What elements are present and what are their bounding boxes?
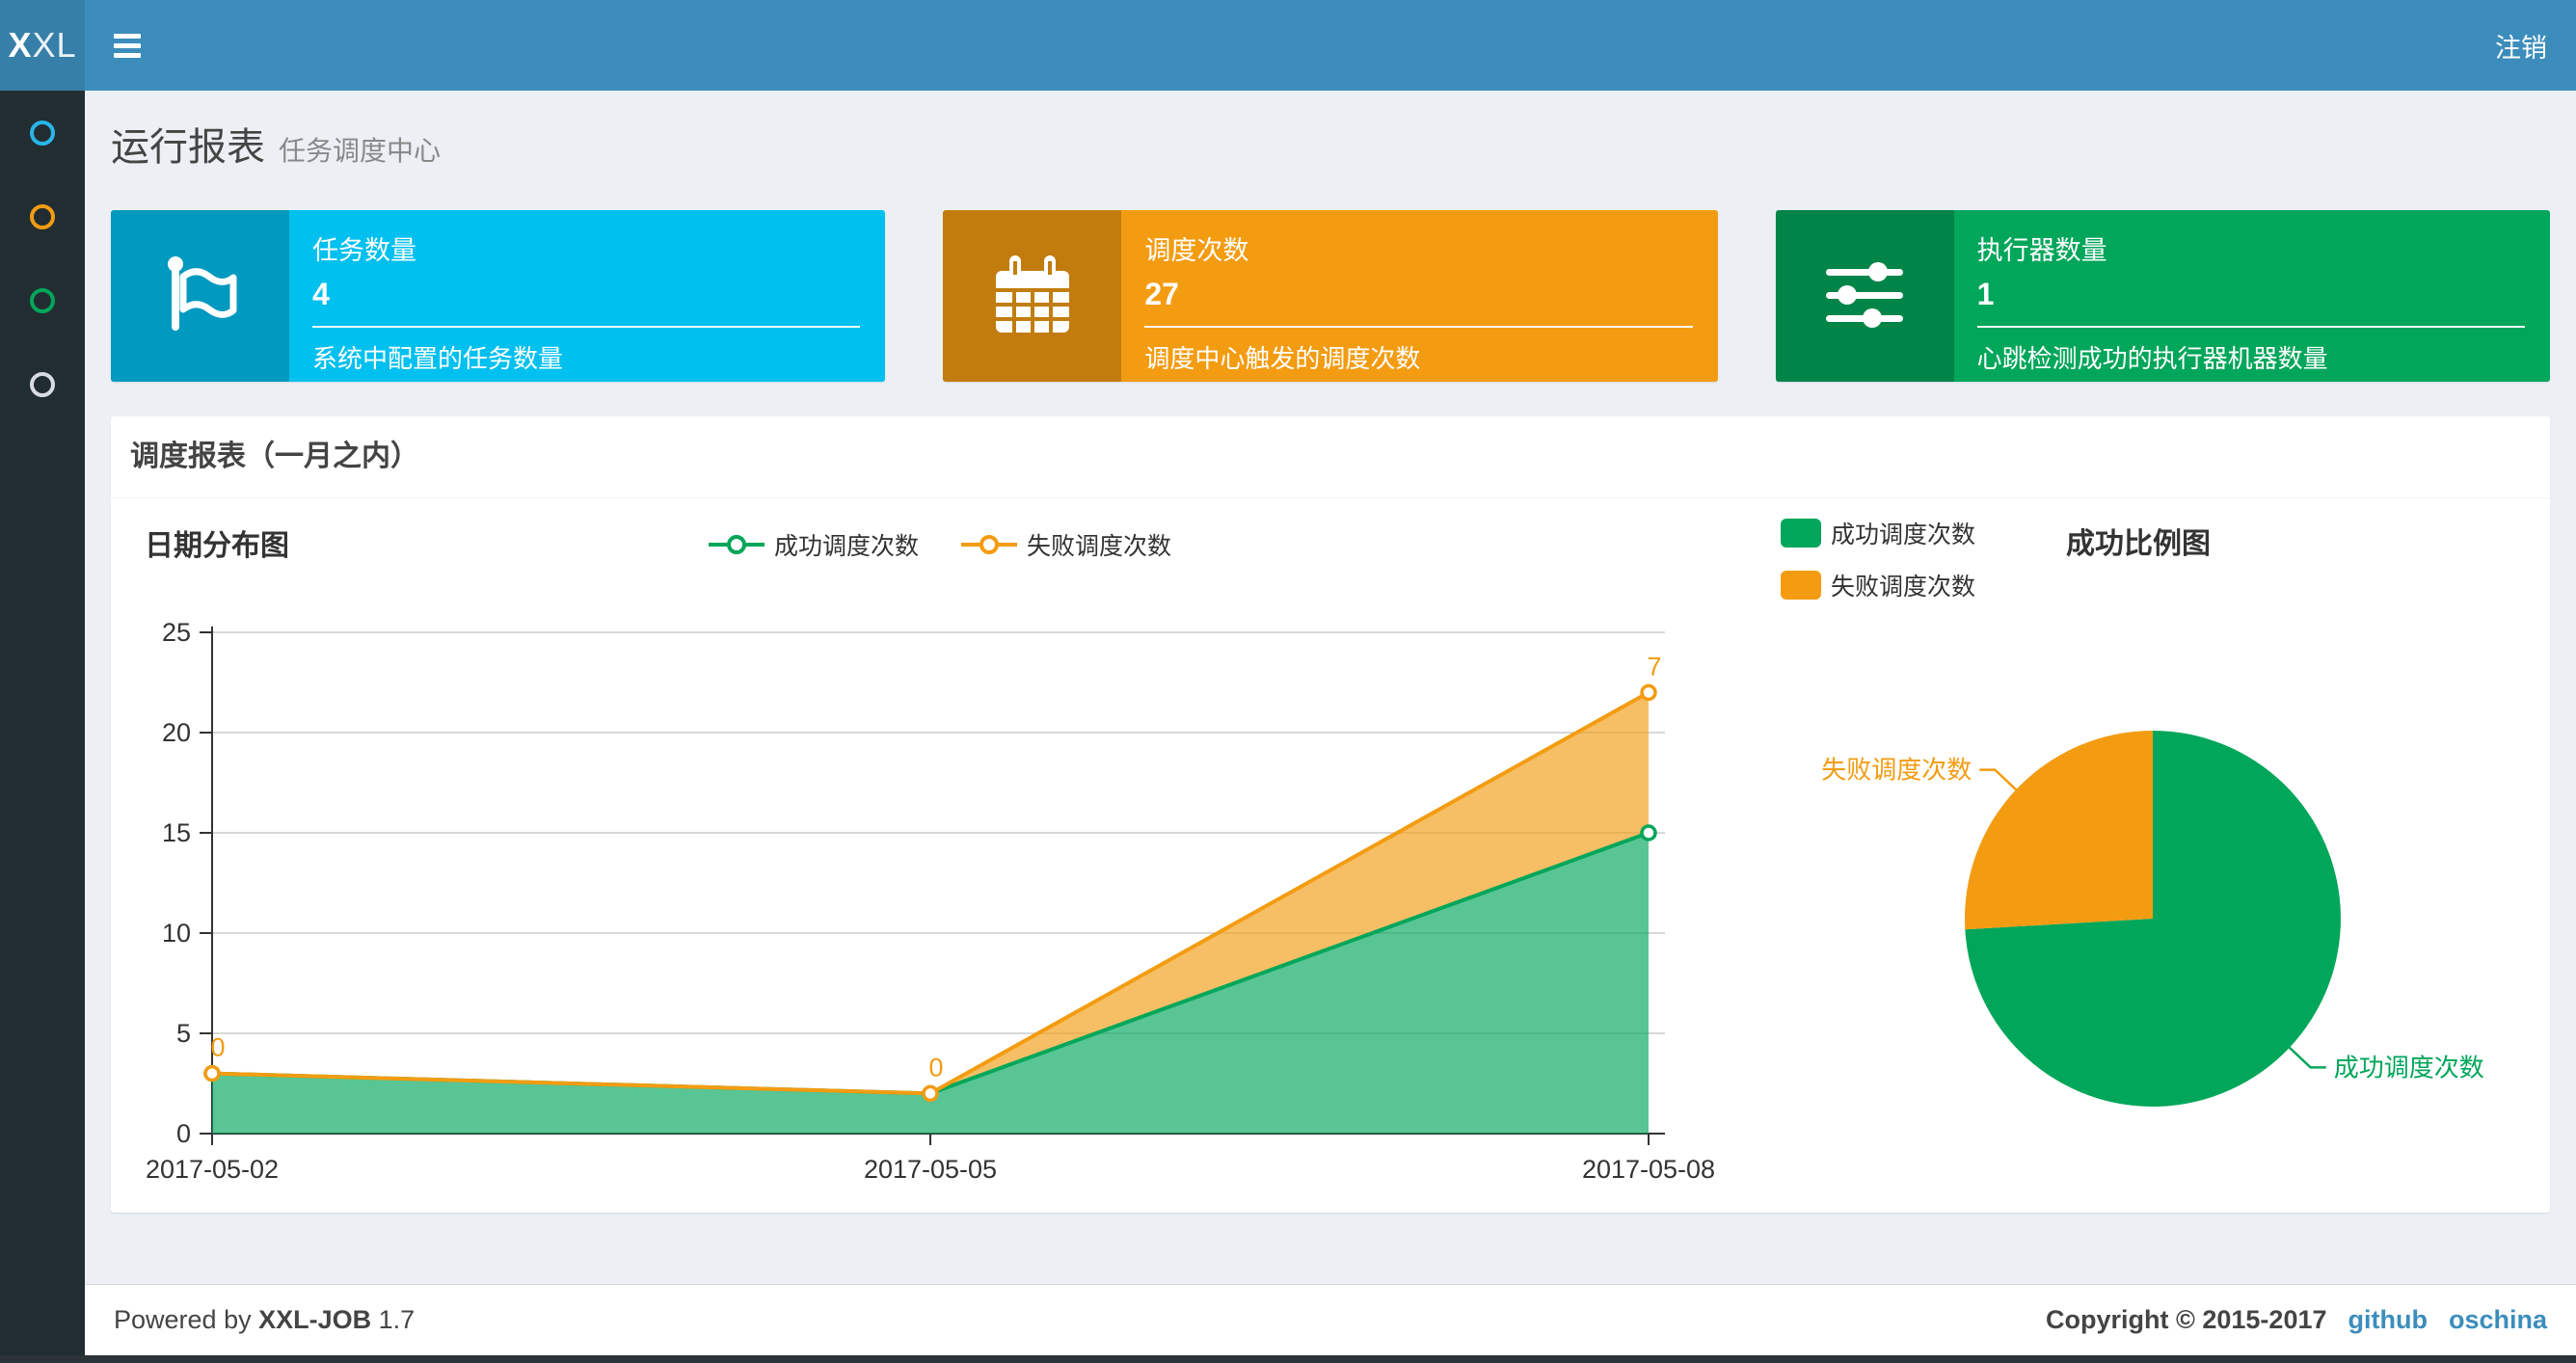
main-content: 运行报表 任务调度中心 任务数量 4 系统中配置的任务数量 调度次数 27 调度… — [85, 91, 2576, 1213]
svg-text:0: 0 — [210, 1033, 225, 1062]
stat-card-executors: 执行器数量 1 心跳检测成功的执行器机器数量 — [1775, 210, 2550, 382]
logout-link[interactable]: 注销 — [2495, 27, 2547, 65]
legend-label: 失败调度次数 — [1027, 533, 1172, 560]
date-distribution-chart[interactable]: 05101520252017-05-02 2017-05-05 2017-05-08… — [111, 590, 1750, 1212]
stat-description: 调度中心触发的调度次数 — [1144, 344, 1421, 373]
sidebar-item-job-manage[interactable] — [0, 174, 85, 258]
divider — [1976, 326, 2525, 328]
copyright-text: Copyright © 2015-2017 — [2045, 1305, 2327, 1334]
line-legend-marker — [709, 535, 765, 554]
stat-cards-row: 任务数量 4 系统中配置的任务数量 调度次数 27 调度中心触发的调度次数 执行… — [111, 210, 2550, 382]
svg-text:2017-05-05: 2017-05-05 — [864, 1155, 997, 1184]
pie-chart-title: 成功比例图 — [2066, 528, 2211, 560]
svg-text:0: 0 — [928, 1053, 943, 1082]
sidebar-item-run-report[interactable] — [0, 91, 85, 174]
sidebar-toggle-icon[interactable] — [114, 29, 143, 63]
stat-label: 调度次数 — [1144, 236, 1249, 265]
legend-label: 成功调度次数 — [774, 533, 920, 560]
stat-card-triggers: 调度次数 27 调度中心触发的调度次数 — [943, 210, 1718, 382]
powered-by: Powered by XXL-JOB 1.7 — [114, 1305, 415, 1335]
stat-value: 27 — [1144, 277, 1179, 311]
legend-swatch — [1781, 571, 1821, 600]
sidebar — [0, 91, 85, 1363]
legend-item-fail[interactable]: 失败调度次数 — [961, 527, 1171, 562]
schedule-report-panel: 调度报表（一月之内） 日期分布图 成功调度次数 失败调度次数 成功调度次数 失败… — [111, 416, 2550, 1213]
stat-value: 1 — [1976, 277, 1995, 311]
circle-icon — [30, 287, 55, 313]
svg-text:失败调度次数: 失败调度次数 — [1821, 756, 1972, 785]
circle-icon — [30, 371, 55, 397]
top-navbar: X XL 注销 — [0, 0, 2576, 91]
page-title: 运行报表 任务调度中心 — [111, 116, 2550, 172]
svg-text:15: 15 — [162, 818, 191, 847]
line-chart-legend: 成功调度次数 失败调度次数 — [709, 527, 1171, 562]
pie-chart-legend: 成功调度次数 失败调度次数 — [1781, 516, 1975, 602]
legend-item-success[interactable]: 成功调度次数 — [709, 527, 919, 562]
legend-item-success[interactable]: 成功调度次数 — [1781, 516, 1975, 550]
legend-label: 失败调度次数 — [1831, 574, 1976, 601]
sliders-icon — [1775, 210, 1954, 382]
app-logo[interactable]: X XL — [0, 0, 85, 91]
svg-text:成功调度次数: 成功调度次数 — [2334, 1053, 2484, 1082]
oschina-link[interactable]: oschina — [2449, 1305, 2547, 1335]
logo-rest: XL — [32, 25, 77, 65]
svg-text:25: 25 — [162, 618, 191, 647]
legend-item-fail[interactable]: 失败调度次数 — [1781, 568, 1975, 602]
window-bottom-edge — [0, 1355, 2576, 1363]
stat-description: 系统中配置的任务数量 — [312, 344, 564, 373]
circle-icon — [30, 203, 55, 229]
svg-text:10: 10 — [162, 919, 191, 948]
sidebar-item-job-log[interactable] — [0, 258, 85, 342]
divider — [312, 326, 861, 328]
legend-label: 成功调度次数 — [1831, 521, 1976, 548]
product-name: XXL-JOB — [258, 1305, 372, 1334]
line-legend-marker — [961, 535, 1018, 554]
circle-icon — [30, 120, 55, 146]
page-subtitle: 任务调度中心 — [279, 136, 442, 166]
stat-value: 4 — [312, 277, 330, 311]
product-version: 1.7 — [378, 1305, 416, 1334]
logo-bold: X — [8, 25, 33, 65]
svg-text:2017-05-08: 2017-05-08 — [1582, 1155, 1715, 1184]
stat-label: 任务数量 — [312, 236, 416, 265]
svg-text:2017-05-02: 2017-05-02 — [146, 1155, 279, 1184]
panel-title: 调度报表（一月之内） — [111, 416, 2550, 498]
page-footer: Powered by XXL-JOB 1.7 Copyright © 2015-… — [85, 1284, 2576, 1355]
github-link[interactable]: github — [2348, 1305, 2428, 1335]
stat-description: 心跳检测成功的执行器机器数量 — [1976, 344, 2328, 373]
svg-text:0: 0 — [176, 1119, 191, 1148]
flag-icon — [111, 210, 289, 382]
calendar-icon — [943, 210, 1122, 382]
success-ratio-pie-chart[interactable]: 成功调度次数 失败调度次数 — [1784, 701, 2576, 1183]
sidebar-item-executor[interactable] — [0, 342, 85, 426]
svg-text:20: 20 — [162, 718, 191, 747]
divider — [1144, 326, 1693, 328]
legend-swatch — [1781, 519, 1821, 548]
svg-text:5: 5 — [176, 1019, 191, 1048]
powered-prefix: Powered by — [114, 1305, 252, 1334]
svg-text:7: 7 — [1647, 652, 1661, 681]
line-chart-title: 日期分布图 — [145, 530, 289, 562]
stat-card-jobs: 任务数量 4 系统中配置的任务数量 — [111, 210, 886, 382]
page-title-text: 运行报表 — [111, 126, 265, 169]
stat-label: 执行器数量 — [1976, 236, 2107, 265]
